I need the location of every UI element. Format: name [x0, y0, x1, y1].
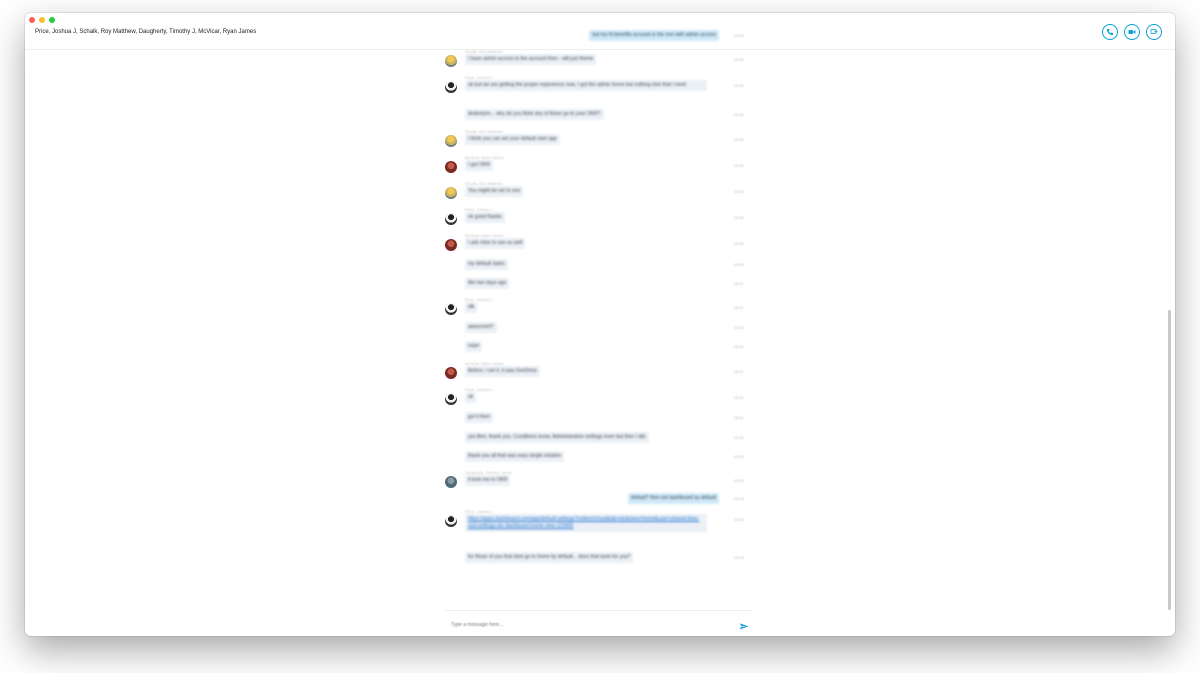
- message-timestamp: 08:30: [734, 262, 745, 267]
- avatar[interactable]: [445, 303, 457, 315]
- avatar[interactable]: [445, 515, 457, 527]
- message-bubble: but my ht benefits account is the one wi…: [589, 30, 719, 41]
- message-timestamp: 08:31: [734, 369, 745, 374]
- avatar[interactable]: [445, 239, 457, 251]
- message-bubble: I have admin access to the account then …: [465, 54, 597, 65]
- avatar[interactable]: [445, 187, 457, 199]
- message-row: McVicar, Ryan James I got OKR 08:30: [25, 155, 1175, 182]
- message-row: Price, Joshua Jok but we are getting the…: [25, 75, 1175, 102]
- message-timestamp: 08:31: [734, 395, 745, 400]
- message-list[interactable]: but my ht benefits account is the one wi…: [25, 30, 1175, 610]
- avatar[interactable]: [445, 81, 457, 93]
- message-row: for those of you that dont go to home by…: [25, 552, 1175, 574]
- message-bubble: I got OKR: [465, 160, 493, 171]
- message-row: McVicar, Ryan James I ask mine to see as …: [25, 233, 1175, 260]
- message-bubble: ok but we are getting the proper experie…: [465, 80, 707, 91]
- message-bubble: awesome!!!: [465, 322, 497, 333]
- message-timestamp: 08:31: [734, 344, 745, 349]
- message-bubble: my default starts: [465, 259, 508, 270]
- message-bubble: I ask mine to see as well: [465, 238, 526, 249]
- message-row: McVicar, Ryan James Before, I set it, it …: [25, 361, 1175, 388]
- message-row: Price, Joshua Jok 08:31: [25, 387, 1175, 414]
- message-row: Schalk, Roy Matthew I think you can set y…: [25, 129, 1175, 156]
- message-row: thank you all that was easy single solut…: [25, 451, 1175, 473]
- message-timestamp: 08:30: [734, 57, 745, 62]
- message-bubble: thank you all that was easy single solut…: [465, 451, 565, 462]
- message-timestamp: 08:29: [734, 33, 745, 38]
- message-timestamp: 08:31: [734, 415, 745, 420]
- message-row: default? then set dashboard as default 08…: [25, 493, 1175, 515]
- message-timestamp: 08:30: [734, 189, 745, 194]
- message-bubble: I think you can set your default start a…: [465, 134, 560, 145]
- message-bubble: You might be set to one: [465, 186, 524, 197]
- message-timestamp: 08:33: [734, 454, 745, 459]
- message-composer: [445, 610, 753, 635]
- message-row: Schalk, Roy Matthew You might be set to o…: [25, 181, 1175, 208]
- message-bubble: Before, I set it, it was OneDrive: [465, 366, 540, 377]
- message-bubble: it took me to OKR: [465, 475, 511, 486]
- message-bubble: idk: [465, 302, 478, 313]
- message-timestamp: 08:31: [734, 281, 745, 286]
- scrollbar-thumb[interactable]: [1168, 310, 1171, 610]
- avatar[interactable]: [445, 161, 457, 173]
- message-bubble: ok: [465, 392, 477, 403]
- message-bubble: default? then set dashboard as default: [627, 493, 719, 504]
- message-timestamp: 08:34: [734, 555, 745, 560]
- avatar[interactable]: [445, 367, 457, 379]
- message-row: Andrelynn... why do you think any of the…: [25, 109, 1175, 131]
- message-row: nope 08:31: [25, 341, 1175, 363]
- message-timestamp: 08:33: [734, 496, 745, 501]
- message-input[interactable]: [449, 619, 723, 630]
- message-row: my default starts 08:30: [25, 259, 1175, 281]
- message-timestamp: 08:32: [734, 435, 745, 440]
- message-timestamp: 08:31: [734, 305, 745, 310]
- message-timestamp: 08:34: [734, 517, 745, 522]
- message-row: Price, Joshua Jok good thanks 08:30: [25, 207, 1175, 234]
- message-row: Schalk, Roy Matthew I have admin access t…: [25, 49, 1175, 76]
- message-bubble: got it then: [465, 412, 493, 423]
- avatar[interactable]: [445, 476, 457, 488]
- message-row: like two days ago 08:31: [25, 278, 1175, 300]
- message-link[interactable]: https://apps.dashboard.com/app/default-s…: [465, 514, 707, 532]
- message-row: yes Ben, thank you. Conditions know. Adm…: [25, 432, 1175, 454]
- send-icon: [739, 623, 749, 630]
- message-timestamp: 08:30: [734, 241, 745, 246]
- message-bubble: like two days ago: [465, 278, 510, 289]
- message-timestamp: 08:30: [734, 83, 745, 88]
- message-bubble: for those of you that dont go to home by…: [465, 552, 634, 563]
- chat-window: Price, Joshua J, Schalk, Roy Matthew, Da…: [25, 13, 1175, 636]
- message-row: Daugherty, Timothy James it took me to OK…: [25, 470, 1175, 497]
- send-button[interactable]: [739, 619, 749, 630]
- message-bubble: ok good thanks: [465, 212, 505, 223]
- avatar[interactable]: [445, 55, 457, 67]
- message-row: Price, Joshua Jidk 08:31: [25, 297, 1175, 324]
- message-timestamp: 08:33: [734, 478, 745, 483]
- avatar[interactable]: [445, 135, 457, 147]
- message-bubble: nope: [465, 341, 483, 352]
- message-row: but my ht benefits account is the one wi…: [25, 30, 1175, 52]
- message-timestamp: 08:30: [734, 112, 745, 117]
- message-row: Price, Joshua Jhttps://apps.dashboard.co…: [25, 509, 1175, 536]
- message-timestamp: 08:31: [734, 325, 745, 330]
- message-timestamp: 08:30: [734, 163, 745, 168]
- message-timestamp: 08:30: [734, 215, 745, 220]
- message-bubble: yes Ben, thank you. Conditions know. Adm…: [465, 432, 650, 443]
- avatar[interactable]: [445, 213, 457, 225]
- avatar[interactable]: [445, 393, 457, 405]
- message-timestamp: 08:30: [734, 137, 745, 142]
- message-bubble: Andrelynn... why do you think any of the…: [465, 109, 604, 120]
- message-row: awesome!!! 08:31: [25, 322, 1175, 344]
